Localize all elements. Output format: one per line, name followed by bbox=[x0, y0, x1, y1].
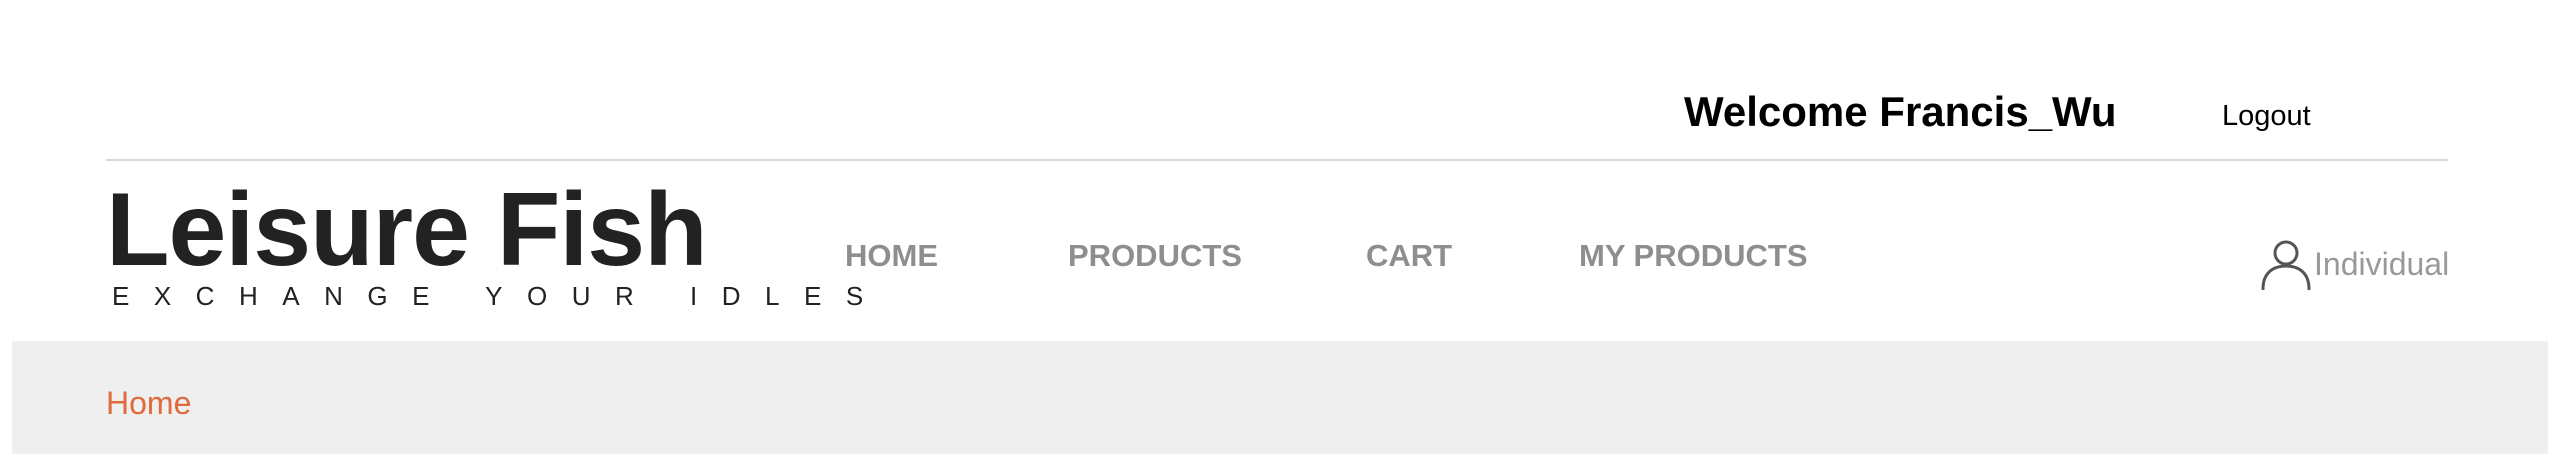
user-icon bbox=[2260, 238, 2312, 291]
logout-link[interactable]: Logout bbox=[2222, 100, 2311, 133]
page: Welcome Francis_Wu Logout Leisure Fish E… bbox=[0, 0, 2556, 454]
user-menu[interactable]: Individual bbox=[2260, 236, 2449, 292]
nav-home[interactable]: HOME bbox=[845, 238, 938, 274]
user-menu-label: Individual bbox=[2314, 245, 2450, 282]
brand-tagline: EXCHANGE YOUR IDLES bbox=[112, 281, 888, 311]
breadcrumb-home[interactable]: Home bbox=[106, 385, 191, 422]
welcome-message: Welcome Francis_Wu bbox=[1684, 88, 2117, 135]
top-bar bbox=[106, 0, 2448, 161]
nav-products[interactable]: PRODUCTS bbox=[1068, 238, 1242, 274]
brand-logo[interactable]: Leisure Fish EXCHANGE YOUR IDLES bbox=[106, 172, 863, 311]
nav-cart[interactable]: CART bbox=[1366, 238, 1452, 274]
brand-title: Leisure Fish bbox=[106, 172, 708, 288]
nav-my-products[interactable]: MY PRODUCTS bbox=[1579, 238, 1808, 274]
breadcrumb: Home bbox=[12, 341, 2548, 454]
